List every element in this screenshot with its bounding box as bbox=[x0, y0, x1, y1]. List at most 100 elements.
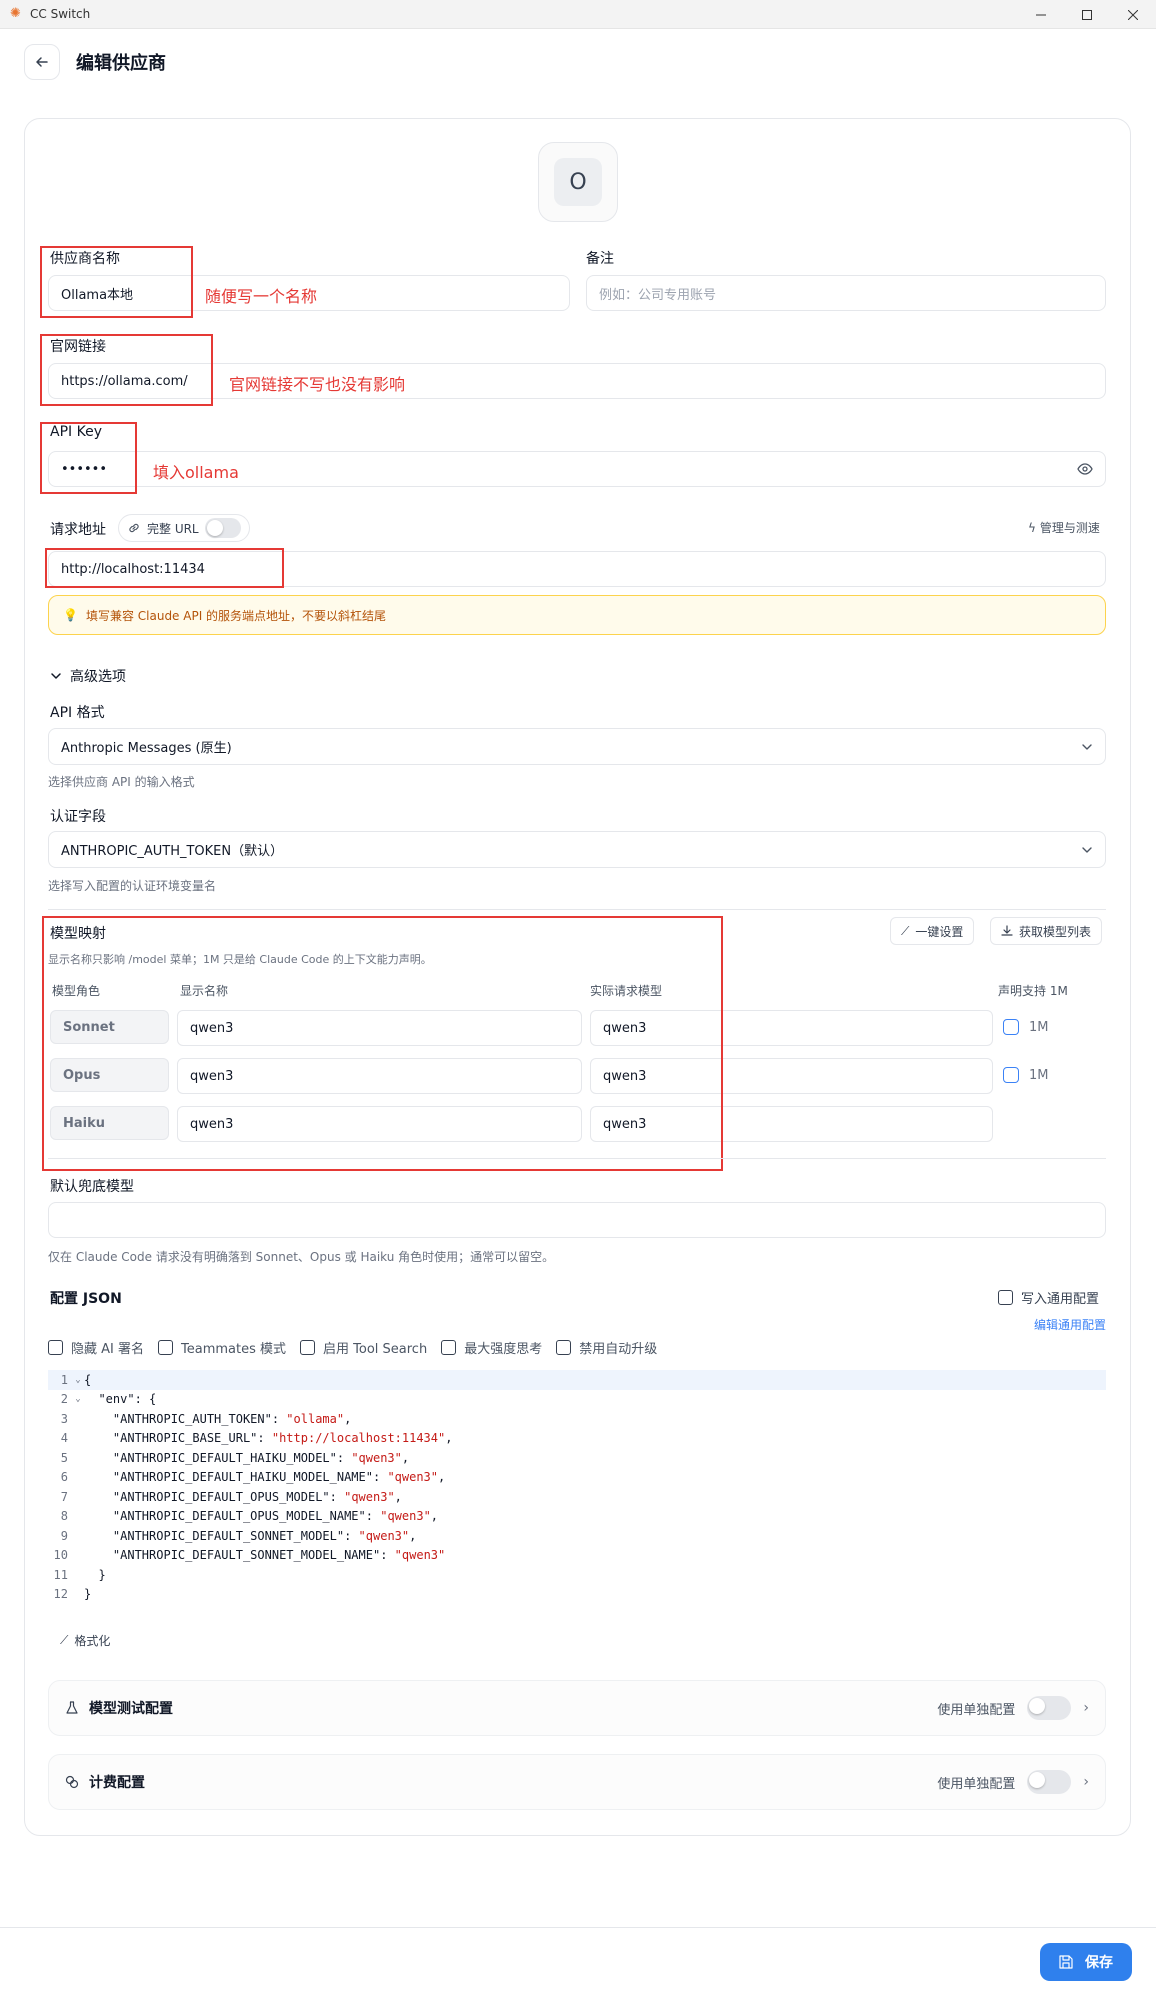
auth-field-value: ANTHROPIC_AUTH_TOKEN（默认） bbox=[61, 844, 284, 859]
endpoint-input[interactable]: http://localhost:11434 bbox=[48, 551, 1106, 587]
actual-model-value: qwen3 bbox=[603, 1068, 647, 1084]
model-mapping-title: 模型映射 bbox=[50, 926, 106, 942]
support-1m-checkbox[interactable]: 1M bbox=[1003, 1019, 1049, 1035]
config-options-row: 隐藏 AI 署名 Teammates 模式 启用 Tool Search 最大强… bbox=[48, 1338, 657, 1357]
minimize-button[interactable] bbox=[1018, 0, 1064, 29]
option-hide-ai-signature[interactable]: 隐藏 AI 署名 bbox=[48, 1338, 144, 1357]
write-common-checkbox[interactable]: 写入通用配置 bbox=[998, 1288, 1099, 1307]
close-button[interactable] bbox=[1110, 0, 1156, 29]
quick-setup-label: 一键设置 bbox=[915, 924, 964, 939]
code-line: 11 } bbox=[53, 1567, 106, 1582]
chevron-right-icon[interactable]: › bbox=[1083, 1700, 1089, 1716]
code-line: 10 "ANTHROPIC_DEFAULT_SONNET_MODEL_NAME"… bbox=[53, 1548, 446, 1563]
api-format-value: Anthropic Messages (原生) bbox=[61, 741, 232, 756]
use-separate-label: 使用单独配置 bbox=[937, 1702, 1016, 1718]
endpoint-warning: 💡 填写兼容 Claude API 的服务端点地址，不要以斜杠结尾 bbox=[48, 595, 1106, 635]
col-display: 显示名称 bbox=[180, 984, 229, 998]
actual-model-input[interactable]: qwen3 bbox=[590, 1106, 993, 1142]
write-common-label: 写入通用配置 bbox=[1021, 1292, 1100, 1307]
checkbox-box[interactable] bbox=[441, 1340, 457, 1355]
model-test-switch[interactable] bbox=[1027, 1696, 1072, 1720]
model-test-panel[interactable]: 模型测试配置 使用单独配置 › bbox=[48, 1680, 1106, 1736]
lightbulb-icon: 💡 bbox=[63, 608, 78, 622]
chevron-down-icon bbox=[1082, 846, 1092, 853]
full-url-label: 完整 URL bbox=[147, 521, 199, 536]
code-line: 12} bbox=[53, 1587, 92, 1602]
display-name-value: qwen3 bbox=[190, 1116, 234, 1132]
col-role: 模型角色 bbox=[52, 984, 101, 998]
json-editor[interactable]: 1 ⌄{ 2 ⌄ "env": { 3 "ANTHROPIC_AUTH_TOKEN"… bbox=[48, 1370, 1106, 1610]
save-button[interactable]: 保存 bbox=[1040, 1943, 1132, 1981]
maximize-button[interactable] bbox=[1064, 0, 1110, 29]
website-input[interactable]: https://ollama.com/ bbox=[48, 363, 1106, 399]
chevron-down-icon bbox=[1082, 743, 1092, 750]
provider-avatar[interactable]: O bbox=[538, 142, 618, 222]
role-sonnet: Sonnet bbox=[50, 1010, 169, 1044]
provider-name-label: 供应商名称 bbox=[50, 251, 120, 267]
flask-icon bbox=[66, 1701, 78, 1714]
display-name-input[interactable]: qwen3 bbox=[177, 1010, 582, 1046]
footer-bar bbox=[0, 1927, 1156, 1997]
model-mapping-description: 显示名称只影响 /model 菜单；1M 只是给 Claude Code 的上下… bbox=[48, 953, 432, 966]
option-teammates-mode[interactable]: Teammates 模式 bbox=[158, 1338, 286, 1357]
manage-speedtest-link[interactable]: ϟ 管理与测速 bbox=[1028, 519, 1100, 536]
support-1m-label: 1M bbox=[1029, 1019, 1049, 1035]
annotation-website: 官网链接不写也没有影响 bbox=[229, 375, 406, 394]
option-label: 最大强度思考 bbox=[464, 1342, 543, 1357]
display-name-input[interactable]: qwen3 bbox=[177, 1058, 582, 1094]
fetch-models-button[interactable]: 获取模型列表 bbox=[990, 917, 1103, 945]
note-input[interactable]: 例如：公司专用账号 bbox=[586, 275, 1106, 311]
option-disable-autoupdate[interactable]: 禁用自动升级 bbox=[556, 1338, 657, 1357]
role-opus: Opus bbox=[50, 1058, 169, 1092]
auth-field-select[interactable]: ANTHROPIC_AUTH_TOKEN（默认） bbox=[48, 831, 1106, 868]
advanced-options-toggle[interactable]: 高级选项 bbox=[50, 666, 126, 686]
checkbox-box[interactable] bbox=[48, 1340, 63, 1355]
role-haiku: Haiku bbox=[50, 1106, 169, 1140]
format-button[interactable]: ⟋ 格式化 bbox=[60, 1632, 110, 1649]
billing-panel[interactable]: 计费配置 使用单独配置 › bbox=[48, 1754, 1106, 1810]
avatar-letter: O bbox=[554, 158, 602, 206]
model-test-controls: 使用单独配置 › bbox=[937, 1696, 1089, 1720]
display-name-input[interactable]: qwen3 bbox=[177, 1106, 582, 1142]
code-line: 6 "ANTHROPIC_DEFAULT_HAIKU_MODEL_NAME": … bbox=[60, 1470, 446, 1485]
api-format-hint: 选择供应商 API 的输入格式 bbox=[48, 775, 195, 789]
quick-setup-button[interactable]: ⟋ 一键设置 bbox=[890, 917, 975, 945]
back-button[interactable] bbox=[24, 44, 60, 80]
checkbox-box[interactable] bbox=[1003, 1019, 1019, 1035]
billing-title: 计费配置 bbox=[89, 1775, 145, 1791]
edit-common-link[interactable]: 编辑通用配置 bbox=[1034, 1316, 1106, 1333]
actual-model-input[interactable]: qwen3 bbox=[590, 1010, 993, 1046]
arrow-left-icon bbox=[36, 57, 48, 67]
magic-wand-icon: ⟋ bbox=[60, 1633, 69, 1647]
page-title: 编辑供应商 bbox=[76, 53, 166, 74]
code-line: 4 "ANTHROPIC_BASE_URL": "http://localhos… bbox=[60, 1431, 453, 1446]
option-max-thinking[interactable]: 最大强度思考 bbox=[441, 1338, 542, 1357]
checkbox-box[interactable] bbox=[556, 1340, 572, 1355]
actual-model-input[interactable]: qwen3 bbox=[590, 1058, 993, 1094]
chevron-right-icon[interactable]: › bbox=[1083, 1774, 1089, 1790]
apikey-value: •••••• bbox=[61, 461, 108, 477]
full-url-switch[interactable] bbox=[204, 518, 241, 538]
api-format-label: API 格式 bbox=[50, 705, 105, 721]
note-label: 备注 bbox=[586, 251, 614, 267]
option-tool-search[interactable]: 启用 Tool Search bbox=[300, 1338, 427, 1357]
api-format-select[interactable]: Anthropic Messages (原生) bbox=[48, 728, 1106, 765]
checkbox-box[interactable] bbox=[158, 1340, 173, 1355]
eye-icon[interactable] bbox=[1077, 461, 1093, 477]
checkbox-box[interactable] bbox=[1003, 1067, 1019, 1083]
actual-model-value: qwen3 bbox=[603, 1020, 647, 1036]
checkbox-box[interactable] bbox=[998, 1290, 1013, 1305]
apikey-label: API Key bbox=[50, 424, 102, 440]
config-json-title: 配置 JSON bbox=[50, 1291, 122, 1307]
checkbox-box[interactable] bbox=[300, 1340, 315, 1355]
window-controls bbox=[1018, 0, 1156, 29]
fallback-model-input[interactable] bbox=[48, 1202, 1106, 1238]
support-1m-label: 1M bbox=[1029, 1067, 1049, 1083]
divider bbox=[48, 1158, 1106, 1159]
use-separate-label: 使用单独配置 bbox=[937, 1776, 1016, 1792]
note-placeholder: 例如：公司专用账号 bbox=[599, 287, 717, 303]
full-url-toggle[interactable]: 完整 URL bbox=[118, 514, 250, 542]
manage-speedtest-label: 管理与测速 bbox=[1039, 521, 1100, 535]
support-1m-checkbox[interactable]: 1M bbox=[1003, 1067, 1049, 1083]
billing-switch[interactable] bbox=[1027, 1770, 1072, 1794]
